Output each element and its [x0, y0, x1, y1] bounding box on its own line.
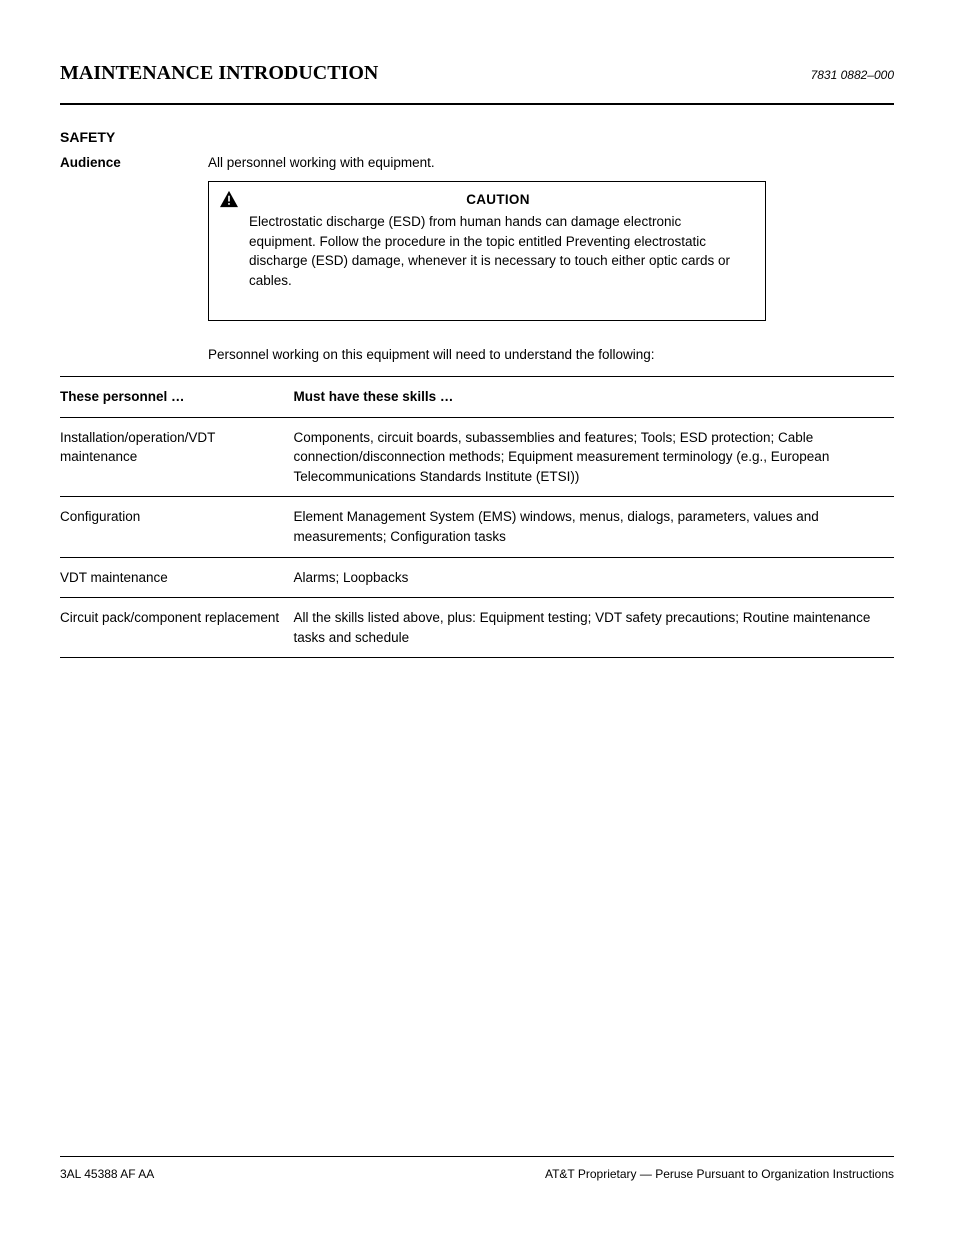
product-code: 7831 0882–000 — [811, 68, 894, 82]
skills-intro: Personnel working on this equipment will… — [208, 345, 894, 365]
skills-value: Element Management System (EMS) windows,… — [294, 497, 894, 557]
skills-role: VDT maintenance — [60, 558, 294, 599]
footer-right: AT&T Proprietary — Peruse Pursuant to Or… — [545, 1167, 894, 1181]
caution-body: Electrostatic discharge (ESD) from human… — [249, 212, 747, 290]
skills-table-header: These personnel … Must have these skills… — [60, 376, 894, 418]
skills-row: VDT maintenance Alarms; Loopbacks — [60, 558, 894, 599]
audience-row: Audience All personnel working with equi… — [60, 153, 894, 173]
skills-row: Configuration Element Management System … — [60, 497, 894, 557]
footer-left: 3AL 45388 AF AA — [60, 1167, 154, 1181]
skills-role: Configuration — [60, 497, 294, 557]
skills-role: Installation/operation/VDT maintenance — [60, 418, 294, 498]
skills-value: Components, circuit boards, subassemblie… — [294, 418, 894, 498]
audience-label: Audience — [60, 153, 208, 173]
skills-value: Alarms; Loopbacks — [294, 558, 894, 599]
page-header: MAINTENANCE INTRODUCTION 7831 0882–000 — [60, 62, 894, 105]
skills-role: Circuit pack/component replacement — [60, 598, 294, 658]
page-footer: 3AL 45388 AF AA AT&T Proprietary — Perus… — [60, 1156, 894, 1181]
section-label-safety: SAFETY — [60, 129, 894, 145]
skills-value: All the skills listed above, plus: Equip… — [294, 598, 894, 658]
skills-row: Circuit pack/component replacement All t… — [60, 598, 894, 658]
audience-value: All personnel working with equipment. — [208, 153, 894, 173]
warning-triangle-icon — [219, 190, 239, 208]
caution-box: CAUTION Electrostatic discharge (ESD) fr… — [208, 181, 766, 321]
skills-col-role: These personnel … — [60, 376, 294, 418]
skills-row: Installation/operation/VDT maintenance C… — [60, 418, 894, 498]
page-title: MAINTENANCE INTRODUCTION — [60, 62, 378, 85]
skills-table: These personnel … Must have these skills… — [60, 376, 894, 658]
skills-col-skills: Must have these skills … — [294, 376, 894, 418]
caution-title: CAUTION — [249, 190, 747, 210]
